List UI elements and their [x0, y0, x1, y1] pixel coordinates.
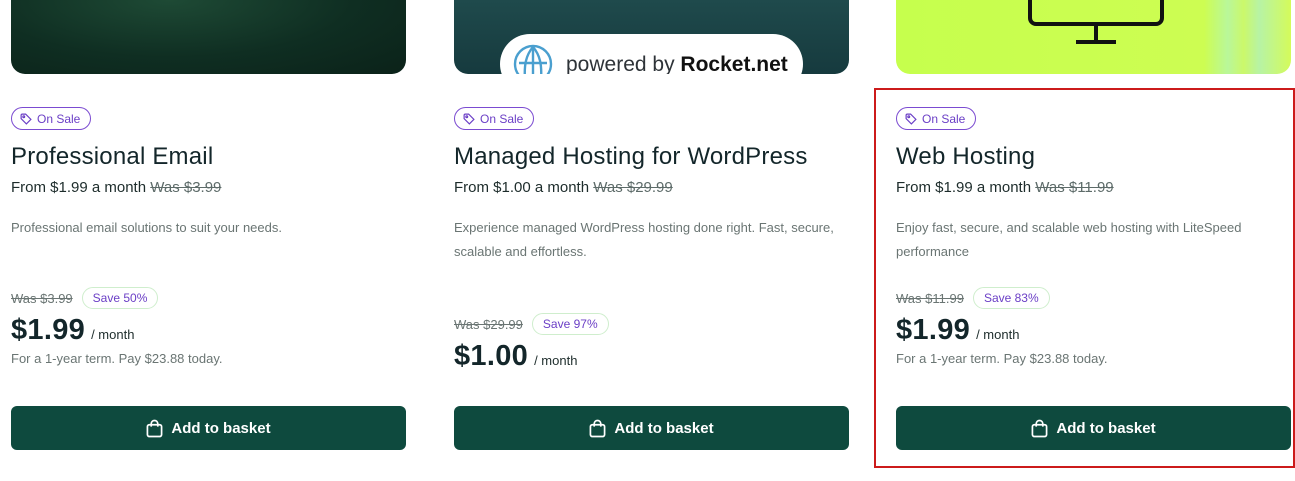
from-text: From $1.00 a month [454, 179, 590, 196]
add-to-basket-button[interactable]: Add to basket [11, 406, 406, 450]
product-description: Professional email solutions to suit you… [11, 220, 282, 235]
from-was-price: Was $3.99 [150, 179, 222, 196]
product-description: Enjoy fast, secure, and scalable web hos… [896, 220, 1242, 259]
powered-by-text: powered by [566, 53, 675, 74]
monitor-icon [1028, 0, 1164, 44]
price-period: / month [91, 327, 135, 342]
on-sale-badge: On Sale [896, 107, 977, 130]
from-text: From $1.99 a month [11, 179, 147, 196]
price-block: Was $3.99 Save 50% $1.99 / month For a 1… [11, 286, 406, 366]
current-price: $1.00 [454, 340, 529, 372]
on-sale-badge: On Sale [11, 107, 92, 130]
rocket-net-brand: Rocket.net [680, 53, 788, 74]
shopping-bag-icon [146, 419, 163, 437]
tag-icon [905, 113, 917, 125]
from-text: From $1.99 a month [896, 179, 1032, 196]
rocket-net-badge: powered by Rocket.net [500, 34, 803, 74]
product-card-web-hosting: On Sale Web Hosting From $1.99 a month W… [896, 0, 1291, 470]
product-card-managed-wordpress: powered by Rocket.net On Sale Managed Ho… [454, 0, 849, 470]
from-was-price: Was $29.99 [593, 179, 673, 196]
save-badge: Save 50% [81, 287, 159, 309]
rocket-logo-icon [513, 44, 553, 74]
current-price: $1.99 [896, 314, 971, 346]
product-image [896, 0, 1291, 74]
product-card-professional-email: On Sale Professional Email From $1.99 a … [11, 0, 406, 470]
product-title: Managed Hosting for WordPress [454, 143, 808, 170]
term-note: For a 1-year term. Pay $23.88 today. [896, 351, 1108, 366]
was-price: Was $3.99 [11, 290, 73, 306]
button-label: Add to basket [614, 419, 714, 437]
save-badge: Save 97% [531, 313, 609, 335]
rocket-net-text: powered by Rocket.net [566, 53, 788, 74]
badge-label: On Sale [922, 111, 966, 126]
price-period: / month [534, 353, 578, 368]
was-price: Was $11.99 [896, 290, 964, 306]
from-price: From $1.99 a month Was $11.99 [896, 179, 1114, 196]
tag-icon [20, 113, 32, 125]
from-was-price: Was $11.99 [1035, 179, 1114, 196]
tag-icon [463, 113, 475, 125]
product-title: Web Hosting [896, 143, 1036, 170]
product-title: Professional Email [11, 143, 214, 170]
price-block: Was $29.99 Save 97% $1.00 / month [454, 312, 849, 373]
product-image [11, 0, 406, 74]
badge-label: On Sale [37, 111, 81, 126]
term-note: For a 1-year term. Pay $23.88 today. [11, 351, 223, 366]
add-to-basket-button[interactable]: Add to basket [896, 406, 1291, 450]
product-image: powered by Rocket.net [454, 0, 849, 74]
save-badge: Save 83% [972, 287, 1050, 309]
from-price: From $1.99 a month Was $3.99 [11, 179, 221, 196]
from-price: From $1.00 a month Was $29.99 [454, 179, 673, 196]
add-to-basket-button[interactable]: Add to basket [454, 406, 849, 450]
price-block: Was $11.99 Save 83% $1.99 / month For a … [896, 286, 1291, 366]
current-price: $1.99 [11, 314, 86, 346]
product-description: Experience managed WordPress hosting don… [454, 220, 834, 259]
badge-label: On Sale [480, 111, 524, 126]
was-price: Was $29.99 [454, 316, 523, 332]
shopping-bag-icon [1031, 419, 1048, 437]
button-label: Add to basket [171, 419, 271, 437]
on-sale-badge: On Sale [454, 107, 535, 130]
shopping-bag-icon [589, 419, 606, 437]
price-period: / month [976, 327, 1020, 342]
button-label: Add to basket [1056, 419, 1156, 437]
